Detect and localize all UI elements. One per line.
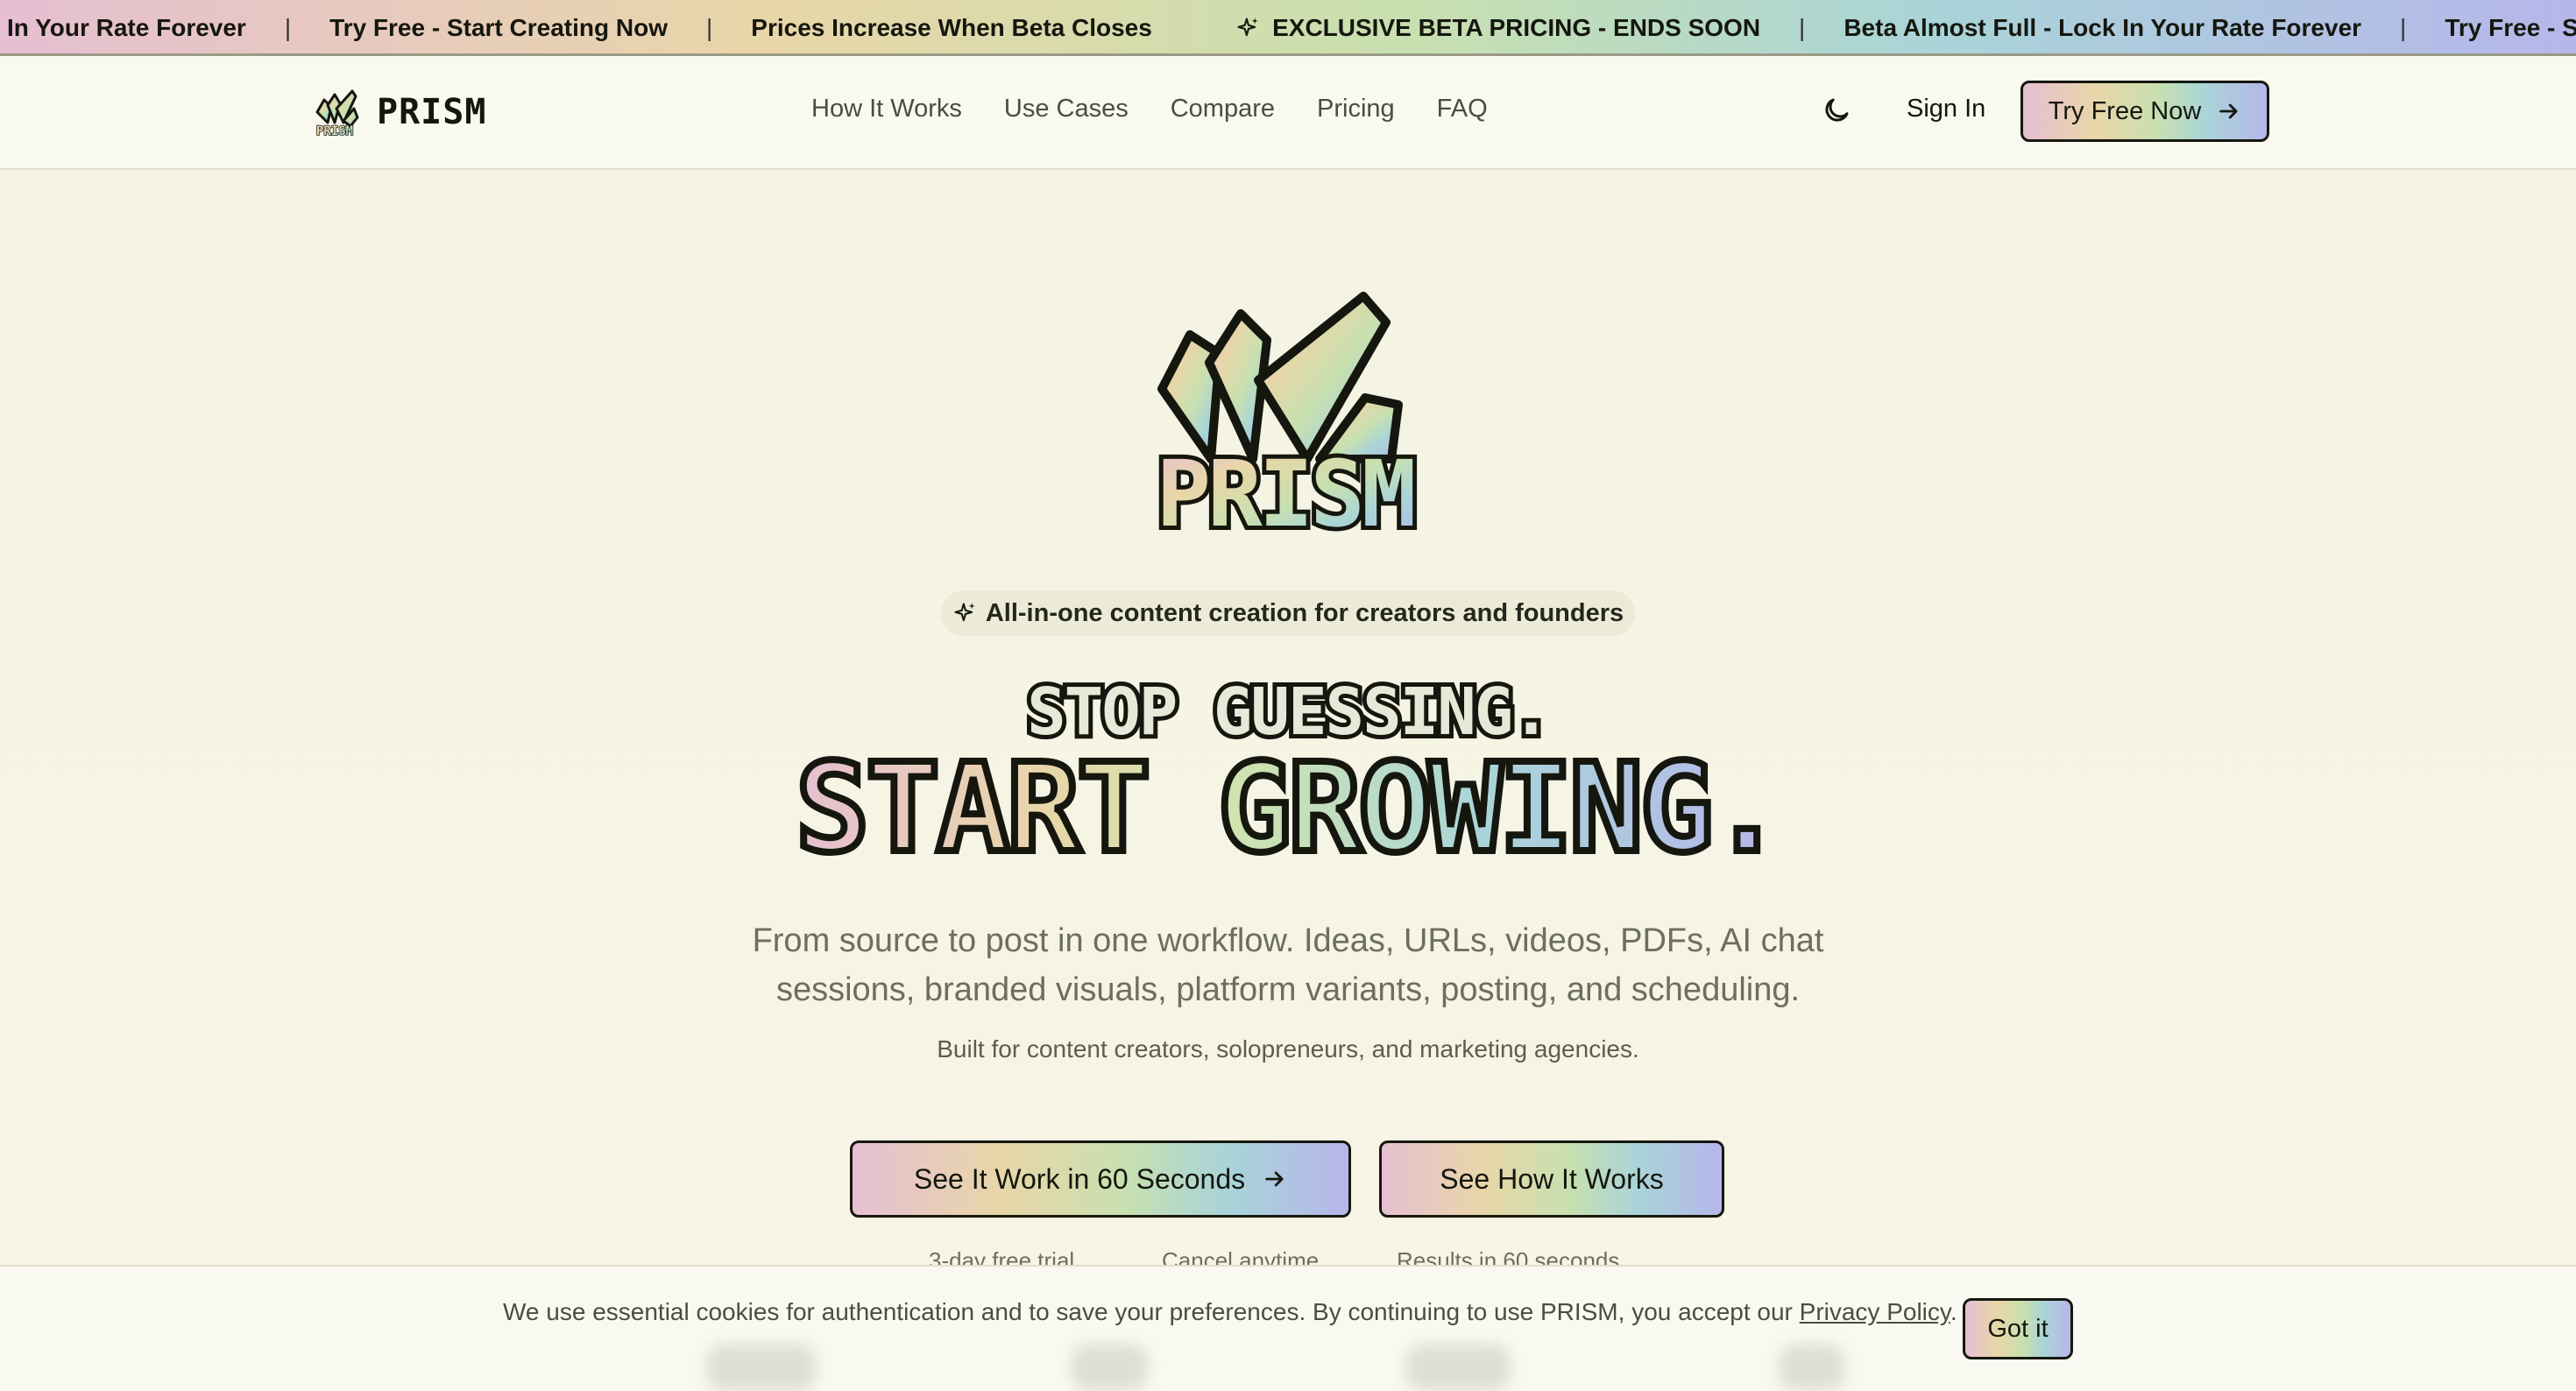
see-how-it-works-button[interactable]: See How It Works [1379,1140,1724,1218]
cookie-message: We use essential cookies for authenticat… [503,1298,1793,1325]
ticker-text: EXCLUSIVE BETA PRICING - ENDS SOON [1272,14,1761,41]
hero-audience: Built for content creators, solopreneurs… [937,1035,1639,1063]
arrow-right-icon [2219,103,2238,119]
see-it-work-label: See It Work in 60 Seconds [913,1162,1246,1195]
brand-name: PRISM [377,92,487,132]
tagline-badge: All-in-one content creation for creators… [941,590,1635,636]
nav-use-cases[interactable]: Use Cases [1004,95,1129,124]
nav-how-it-works[interactable]: How It Works [811,95,962,124]
nav-compare[interactable]: Compare [1171,95,1275,124]
ticker-text: Prices Increase When Beta Closes [751,14,1152,41]
ticker-item: Try Free - Start Creating Now [329,14,668,42]
headline-start-growing-text: START GROWING. [792,734,1787,884]
ticker-item: EXCLUSIVE BETA PRICING - ENDS SOON [1235,14,1760,42]
sparkle-icon [1237,18,1258,37]
sparkle-icon [954,603,975,622]
see-how-it-works-label: See How It Works [1440,1162,1664,1195]
ticker-text: Try Free - S [2445,14,2576,41]
main-nav: How It Works Use Cases Compare Pricing F… [811,95,1488,124]
ticker-separator: | [2400,14,2407,41]
blurred-logo [1779,1344,1845,1391]
blurred-logo [1071,1344,1148,1391]
cookie-banner: We use essential cookies for authenticat… [0,1265,2576,1391]
blurred-logo [706,1344,817,1391]
see-it-work-button[interactable]: See It Work in 60 Seconds [850,1140,1351,1218]
hero-logo-text: PRISM [1156,441,1412,538]
ticker-item: In Your Rate Forever [7,14,246,42]
privacy-policy-link[interactable]: Privacy Policy [1800,1298,1950,1325]
headline-start-growing: START GROWING. [0,734,2576,884]
got-it-button[interactable]: Got it [1963,1298,2073,1359]
try-free-button[interactable]: Try Free Now [2020,81,2269,142]
sign-in-link[interactable]: Sign In [1907,95,1985,124]
arrow-right-icon [1265,1171,1284,1187]
brand-logo-text: PRISM [316,124,353,138]
ticker-separator: | [1799,14,1806,41]
prism-crystal-icon: PRISM [315,89,359,138]
hero-subtitle: From source to post in one workflow. Ide… [752,922,1824,1008]
ticker-track: In Your Rate Forever | Try Free - Start … [7,0,2576,53]
ticker-item: Try Free - S [2445,14,2576,42]
tagline-text: All-in-one content creation for creators… [985,598,1624,627]
ticker-text: In Your Rate Forever [7,14,246,41]
ticker-item: Prices Increase When Beta Closes [751,14,1152,42]
ticker-text: Beta Almost Full - Lock In Your Rate For… [1844,14,2362,41]
cookie-text: We use essential cookies for authenticat… [503,1298,1957,1325]
ticker-text: Try Free - Start Creating Now [329,14,668,41]
site-header: PRISM PRISM How It Works Use Cases Compa… [0,56,2576,170]
nav-faq[interactable]: FAQ [1437,95,1488,124]
announcement-ticker: In Your Rate Forever | Try Free - Start … [0,0,2576,56]
brand-link[interactable]: PRISM PRISM [305,86,486,138]
blurred-logo [1405,1344,1511,1391]
nav-pricing[interactable]: Pricing [1317,95,1395,124]
prism-hero-logo: PRISM [1151,292,1421,538]
ticker-separator: | [284,14,292,41]
ticker-separator: | [705,14,713,41]
try-free-label: Try Free Now [2048,96,2202,125]
moon-icon[interactable] [1821,95,1852,126]
ticker-item: Beta Almost Full - Lock In Your Rate For… [1844,14,2361,42]
